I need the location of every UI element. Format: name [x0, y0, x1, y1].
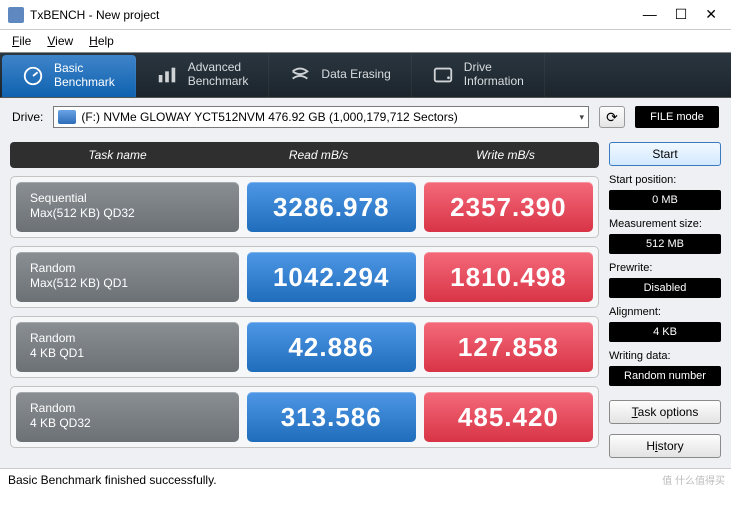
read-value: 313.586 [247, 392, 416, 442]
alignment-label: Alignment: [609, 306, 721, 318]
read-value: 1042.294 [247, 252, 416, 302]
writing-data-value[interactable]: Random number [609, 366, 721, 386]
bars-icon [156, 64, 178, 86]
minimize-button[interactable]: — [643, 6, 657, 23]
close-button[interactable]: ✕ [705, 6, 717, 23]
col-task: Task name [10, 142, 225, 168]
tab-advanced-benchmark[interactable]: Advanced Benchmark [136, 53, 270, 97]
reload-icon: ⟳ [606, 109, 618, 126]
menu-file[interactable]: File [6, 32, 37, 50]
menu-help[interactable]: Help [83, 32, 120, 50]
start-position-value[interactable]: 0 MB [609, 190, 721, 210]
prewrite-label: Prewrite: [609, 262, 721, 274]
read-value: 42.886 [247, 322, 416, 372]
drive-label: Drive: [12, 110, 43, 124]
tab-basic-benchmark[interactable]: Basic Benchmark [2, 55, 136, 97]
col-write: Write mB/s [412, 142, 599, 168]
result-row: Sequential Max(512 KB) QD32 3286.978 235… [10, 176, 599, 238]
result-row: Random 4 KB QD1 42.886 127.858 [10, 316, 599, 378]
status-bar: Basic Benchmark finished successfully. [0, 468, 731, 491]
task-sequential-qd32[interactable]: Sequential Max(512 KB) QD32 [16, 182, 239, 232]
start-button[interactable]: Start [609, 142, 721, 166]
table-header: Task name Read mB/s Write mB/s [10, 142, 599, 168]
read-value: 3286.978 [247, 182, 416, 232]
tab-drive-information[interactable]: Drive Information [412, 53, 545, 97]
drive-selected-text: (F:) NVMe GLOWAY YCT512NVM 476.92 GB (1,… [81, 110, 574, 124]
start-position-label: Start position: [609, 174, 721, 186]
write-value: 1810.498 [424, 252, 593, 302]
col-read: Read mB/s [225, 142, 412, 168]
history-button[interactable]: History [609, 434, 721, 458]
drive-select[interactable]: (F:) NVMe GLOWAY YCT512NVM 476.92 GB (1,… [53, 106, 589, 128]
window-title: TxBENCH - New project [30, 8, 643, 22]
menu-view[interactable]: View [41, 32, 79, 50]
task-random-4k-qd32[interactable]: Random 4 KB QD32 [16, 392, 239, 442]
chevron-down-icon: ▾ [579, 112, 584, 123]
erase-icon [289, 64, 311, 86]
measurement-size-value[interactable]: 512 MB [609, 234, 721, 254]
drive-icon [432, 64, 454, 86]
tab-label: Basic Benchmark [54, 62, 115, 90]
task-random-512-qd1[interactable]: Random Max(512 KB) QD1 [16, 252, 239, 302]
write-value: 127.858 [424, 322, 593, 372]
task-options-button[interactable]: Task options [609, 400, 721, 424]
measurement-size-label: Measurement size: [609, 218, 721, 230]
gauge-icon [22, 65, 44, 87]
reload-button[interactable]: ⟳ [599, 106, 625, 128]
tab-label: Advanced Benchmark [188, 61, 249, 89]
tab-data-erasing[interactable]: Data Erasing [269, 53, 411, 97]
prewrite-value[interactable]: Disabled [609, 278, 721, 298]
app-icon [8, 7, 24, 23]
tab-label: Data Erasing [321, 68, 390, 82]
write-value: 485.420 [424, 392, 593, 442]
drive-disk-icon [58, 110, 76, 124]
maximize-button[interactable]: ☐ [675, 6, 688, 23]
alignment-value[interactable]: 4 KB [609, 322, 721, 342]
writing-data-label: Writing data: [609, 350, 721, 362]
write-value: 2357.390 [424, 182, 593, 232]
result-row: Random 4 KB QD32 313.586 485.420 [10, 386, 599, 448]
result-row: Random Max(512 KB) QD1 1042.294 1810.498 [10, 246, 599, 308]
file-mode-button[interactable]: FILE mode [635, 106, 719, 128]
tab-label: Drive Information [464, 61, 524, 89]
task-random-4k-qd1[interactable]: Random 4 KB QD1 [16, 322, 239, 372]
